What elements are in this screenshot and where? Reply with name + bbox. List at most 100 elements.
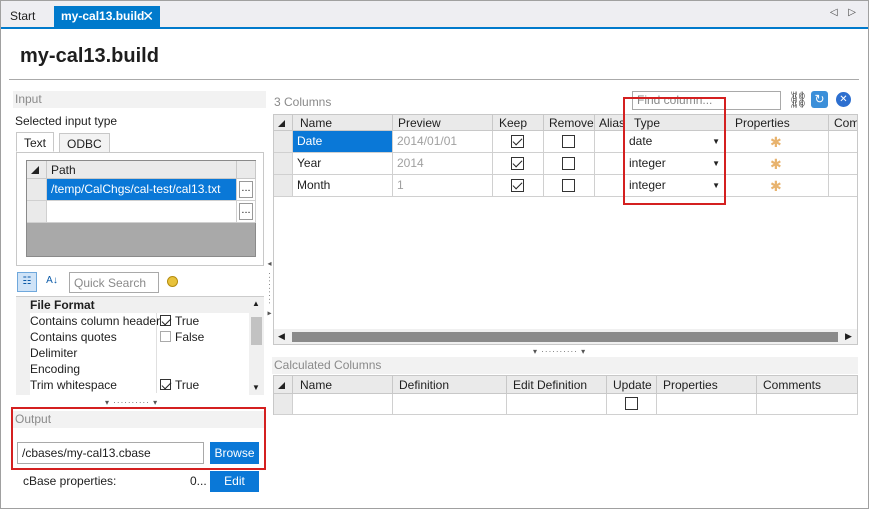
property-scrollbar[interactable]: ▲ ▼ <box>249 297 264 395</box>
path-browse-button[interactable]: ... <box>237 201 256 223</box>
row-header[interactable] <box>27 201 47 223</box>
col-header-remove[interactable]: Remove <box>544 115 595 131</box>
property-value: True <box>175 378 200 392</box>
path-browse-button[interactable]: ... <box>237 179 256 201</box>
update-checkbox[interactable] <box>625 397 638 410</box>
properties-cell[interactable]: ✱ <box>725 175 829 197</box>
edit-button[interactable]: Edit <box>210 471 259 492</box>
col-header-properties[interactable]: Properties <box>725 115 829 131</box>
calc-comments-cell[interactable] <box>757 394 858 415</box>
sort-az-icon[interactable]: A↓ <box>42 272 62 292</box>
keep-checkbox[interactable] <box>511 179 524 192</box>
scroll-left-icon[interactable]: ◀ <box>278 331 285 342</box>
tab-my-cal13-build[interactable]: my-cal13.build ✕ <box>54 6 160 27</box>
window: Start my-cal13.build ✕ ◁ ▷ my-cal13.build… <box>0 0 869 509</box>
selected-input-type-label: Selected input type <box>15 114 118 128</box>
clear-icon[interactable]: ✕ <box>836 92 851 107</box>
row-header[interactable] <box>274 153 293 175</box>
comments-cell[interactable] <box>829 153 857 175</box>
col-header-name[interactable]: Name <box>293 115 393 131</box>
splitter-grip-icon[interactable]: ▾ ·········· ▾ <box>533 347 586 356</box>
calc-name-cell[interactable] <box>293 394 393 415</box>
column-name-cell[interactable]: Month <box>293 175 393 197</box>
scroll-thumb[interactable] <box>251 317 262 345</box>
tab-odbc[interactable]: ODBC <box>59 133 110 153</box>
grid-corner <box>274 376 293 394</box>
calc-header-edit-definition[interactable]: Edit Definition <box>507 376 607 394</box>
row-header[interactable] <box>27 179 47 201</box>
calc-header-name[interactable]: Name <box>293 376 393 394</box>
calc-header-update[interactable]: Update <box>607 376 657 394</box>
remove-checkbox[interactable] <box>562 179 575 192</box>
path-cell[interactable]: /temp/CalChgs/cal-test/cal13.txt <box>47 179 237 201</box>
alias-cell[interactable] <box>595 131 625 153</box>
contains-headers-checkbox[interactable] <box>160 315 171 326</box>
calc-definition-cell[interactable] <box>393 394 507 415</box>
calc-header-comments[interactable]: Comments <box>757 376 858 394</box>
remove-cell <box>544 153 595 175</box>
close-icon[interactable]: ✕ <box>142 6 154 27</box>
path-cell-new[interactable] <box>47 201 237 223</box>
remove-cell <box>544 175 595 197</box>
calc-header-definition[interactable]: Definition <box>393 376 507 394</box>
property-group-file-format[interactable]: File Format <box>30 297 95 313</box>
input-path-panel: Path /temp/CalChgs/cal-test/cal13.txt ..… <box>16 152 264 266</box>
gear-icon[interactable]: ✱ <box>770 176 782 196</box>
row-header[interactable] <box>274 131 293 153</box>
col-header-preview[interactable]: Preview <box>393 115 493 131</box>
column-name-cell[interactable]: Date <box>293 131 393 153</box>
quick-search-input[interactable]: Quick Search <box>69 272 159 293</box>
property-value: False <box>175 330 205 344</box>
path-header: Path <box>47 161 237 179</box>
properties-cell[interactable]: ✱ <box>725 131 829 153</box>
scroll-thumb[interactable] <box>292 332 838 342</box>
divider <box>9 79 859 80</box>
col-header-comments[interactable]: Comm <box>829 115 857 131</box>
tab-start[interactable]: Start <box>3 6 42 27</box>
comments-cell[interactable] <box>829 175 857 197</box>
alias-cell[interactable] <box>595 175 625 197</box>
calc-header-properties[interactable]: Properties <box>657 376 757 394</box>
grid-corner <box>27 161 47 179</box>
comments-cell[interactable] <box>829 131 857 153</box>
refresh-icon[interactable]: ↻ <box>811 91 828 108</box>
property-value: True <box>175 314 200 328</box>
alias-cell[interactable] <box>595 153 625 175</box>
column-preview-cell: 2014/01/01 <box>393 131 493 153</box>
contains-quotes-checkbox[interactable] <box>160 331 171 342</box>
calculated-columns-header: Calculated Columns <box>272 357 858 374</box>
type-column-highlight-box <box>623 97 726 205</box>
calc-update-cell <box>607 394 657 415</box>
tab-scroll-arrows-icon[interactable]: ◁ ▷ <box>830 7 860 18</box>
splitter-grip-icon[interactable]: ▾ ·········· ▾ <box>105 398 158 407</box>
link-icon[interactable]: ⛓ <box>788 90 808 110</box>
tab-text[interactable]: Text <box>16 132 55 152</box>
categorized-icon[interactable]: ☷ <box>17 272 37 292</box>
columns-grid: Name Preview Keep Remove Alias Type Prop… <box>273 114 858 345</box>
property-grid: File Format Contains column headers True… <box>16 296 264 395</box>
calc-properties-cell[interactable] <box>657 394 757 415</box>
input-section-header: Input <box>13 91 266 108</box>
calc-edit-definition-cell[interactable] <box>507 394 607 415</box>
gear-icon[interactable]: ✱ <box>770 132 782 152</box>
smiley-icon[interactable] <box>167 276 178 287</box>
property-divider <box>156 313 157 393</box>
gear-icon[interactable]: ✱ <box>770 154 782 174</box>
column-count: 3 Columns <box>274 95 332 109</box>
property-name: Delimiter <box>30 346 78 360</box>
keep-checkbox[interactable] <box>511 135 524 148</box>
columns-horizontal-scrollbar[interactable]: ◀ ▶ <box>274 329 857 344</box>
keep-checkbox[interactable] <box>511 157 524 170</box>
row-header[interactable] <box>274 394 293 415</box>
scroll-up-icon[interactable]: ▲ <box>252 299 260 308</box>
trim-whitespace-checkbox[interactable] <box>160 379 171 390</box>
column-name-cell[interactable]: Year <box>293 153 393 175</box>
properties-cell[interactable]: ✱ <box>725 153 829 175</box>
col-header-keep[interactable]: Keep <box>493 115 544 131</box>
col-header-alias[interactable]: Alias <box>595 115 625 131</box>
remove-checkbox[interactable] <box>562 135 575 148</box>
remove-checkbox[interactable] <box>562 157 575 170</box>
row-header[interactable] <box>274 175 293 197</box>
scroll-right-icon[interactable]: ▶ <box>845 331 852 342</box>
scroll-down-icon[interactable]: ▼ <box>252 383 260 392</box>
